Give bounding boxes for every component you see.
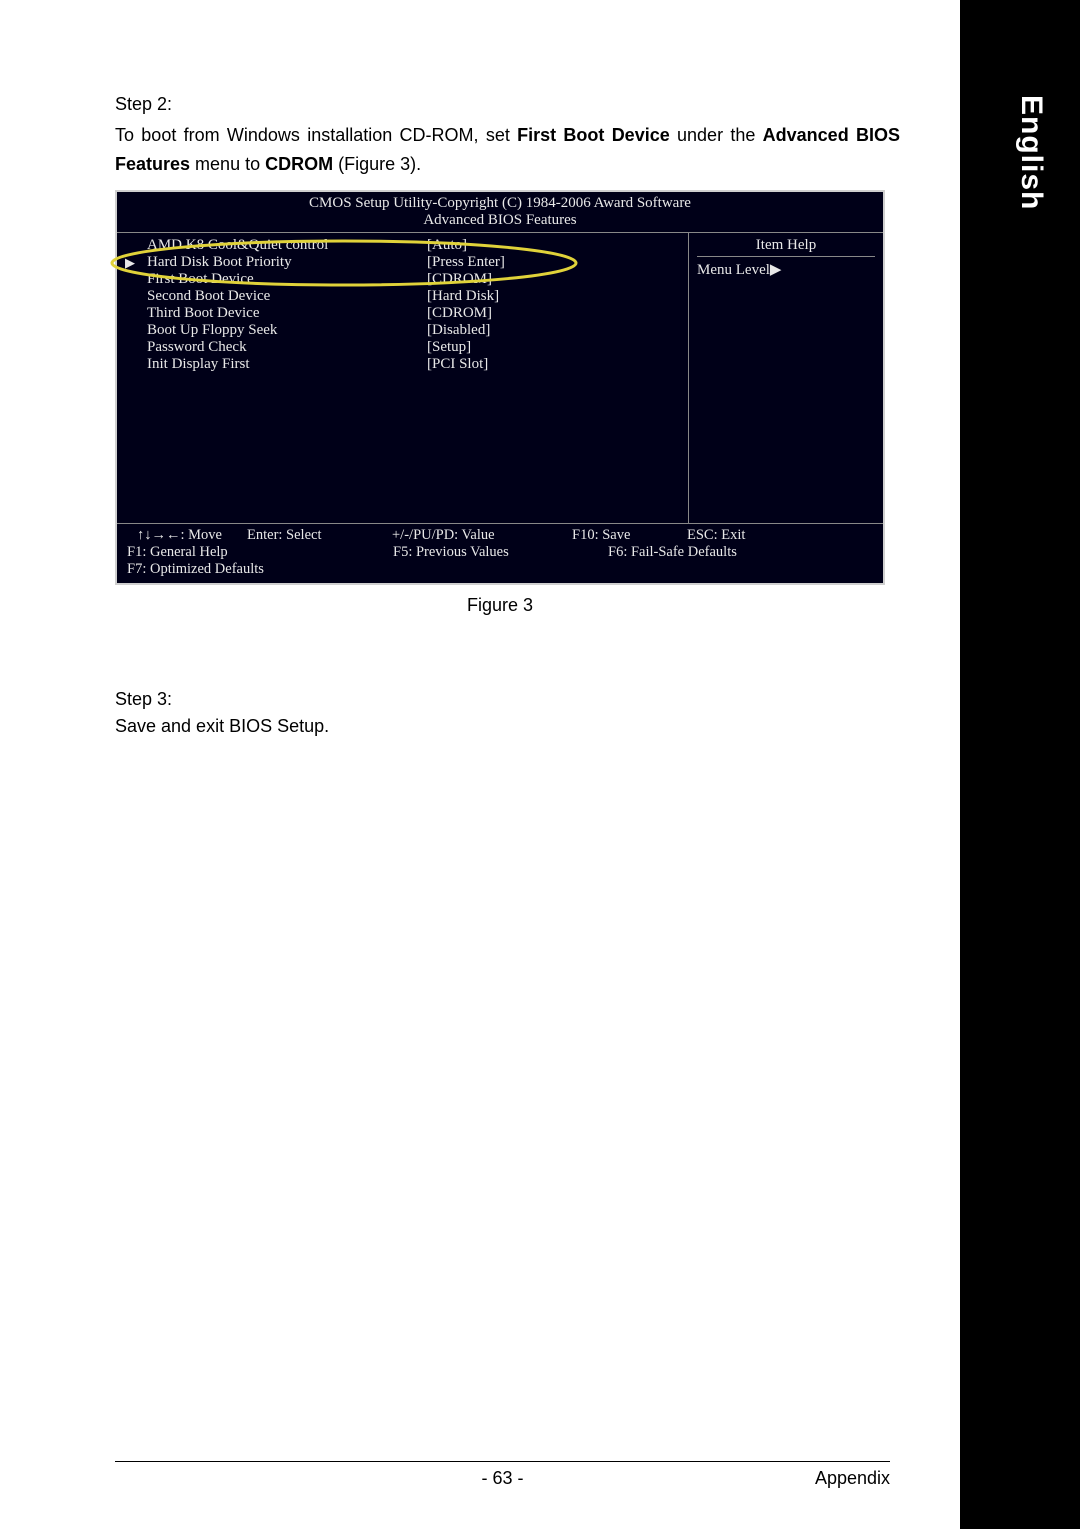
bold-text: First Boot Device: [517, 125, 670, 145]
triangle-icon: ▶: [770, 262, 782, 278]
setting-value: [CDROM]: [427, 305, 688, 322]
setting-value: [Press Enter]: [427, 254, 688, 271]
text: (Figure 3).: [333, 154, 421, 174]
step3-title: Step 3:: [115, 686, 900, 713]
setting-value: [Auto]: [427, 237, 688, 254]
setting-label: Second Boot Device: [127, 288, 427, 305]
figure-caption: Figure 3: [115, 595, 885, 616]
setting-label: AMD K8 Cool&Quiet control: [127, 237, 427, 254]
language-label: English: [1014, 95, 1048, 210]
bios-footer: ↑↓→←: Move Enter: Select +/-/PU/PD: Valu…: [117, 523, 883, 583]
footer-key: F6: Fail-Safe Defaults: [608, 544, 873, 561]
bios-row: Boot Up Floppy Seek[Disabled]: [127, 322, 688, 339]
bios-row: Password Check[Setup]: [127, 339, 688, 356]
setting-value: [PCI Slot]: [427, 356, 688, 373]
footer-key: F5: Previous Values: [343, 544, 608, 561]
bios-row: Second Boot Device[Hard Disk]: [127, 288, 688, 305]
footer-key: +/-/PU/PD: Value: [392, 527, 572, 544]
bios-title-line1: CMOS Setup Utility-Copyright (C) 1984-20…: [117, 192, 883, 212]
bios-screenshot: CMOS Setup Utility-Copyright (C) 1984-20…: [115, 190, 885, 585]
bios-title-line2: Advanced BIOS Features: [117, 212, 883, 233]
setting-label: First Boot Device: [127, 271, 427, 288]
setting-value: [Setup]: [427, 339, 688, 356]
bios-row: First Boot Device[CDROM]: [127, 271, 688, 288]
side-tab: English: [960, 0, 1080, 1529]
text: menu to: [190, 154, 265, 174]
step3-body: Save and exit BIOS Setup.: [115, 713, 900, 740]
setting-value: [CDROM]: [427, 271, 688, 288]
footer-section: Appendix: [815, 1468, 890, 1489]
setting-label: Boot Up Floppy Seek: [127, 322, 427, 339]
step2-body: To boot from Windows installation CD-ROM…: [115, 121, 900, 179]
text: To boot from Windows installation CD-ROM…: [115, 125, 517, 145]
setting-label: Init Display First: [127, 356, 427, 373]
menu-level-text: Menu Level: [697, 262, 770, 278]
bold-text: CDROM: [265, 154, 333, 174]
bios-row: Init Display First[PCI Slot]: [127, 356, 688, 373]
menu-level: Menu Level▶: [697, 260, 875, 279]
bios-row: Third Boot Device[CDROM]: [127, 305, 688, 322]
footer-key: F7: Optimized Defaults: [127, 561, 873, 578]
help-title: Item Help: [697, 237, 875, 257]
bios-body: ▶ AMD K8 Cool&Quiet control[Auto] Hard D…: [117, 233, 883, 523]
setting-label: Hard Disk Boot Priority: [127, 254, 427, 271]
page-number: - 63 -: [481, 1468, 523, 1489]
setting-value: [Disabled]: [427, 322, 688, 339]
bios-help-panel: Item Help Menu Level▶: [688, 233, 883, 523]
step3-block: Step 3: Save and exit BIOS Setup.: [115, 686, 900, 740]
footer-key: F1: General Help: [127, 544, 343, 561]
page-footer: - 63 - Appendix: [115, 1461, 890, 1489]
bios-settings-panel: ▶ AMD K8 Cool&Quiet control[Auto] Hard D…: [117, 233, 688, 523]
page-content: Step 2: To boot from Windows installatio…: [0, 0, 960, 1529]
footer-key: ↑↓→←: Move: [127, 527, 247, 544]
step2-title: Step 2:: [115, 90, 900, 119]
bios-row: AMD K8 Cool&Quiet control[Auto]: [127, 237, 688, 254]
setting-label: Password Check: [127, 339, 427, 356]
footer-key: ESC: Exit: [687, 527, 787, 544]
setting-value: [Hard Disk]: [427, 288, 688, 305]
cursor-icon: ▶: [125, 255, 135, 271]
footer-key: Enter: Select: [247, 527, 392, 544]
text: under the: [670, 125, 763, 145]
setting-label: Third Boot Device: [127, 305, 427, 322]
bios-row: Hard Disk Boot Priority[Press Enter]: [127, 254, 688, 271]
footer-key: F10: Save: [572, 527, 687, 544]
